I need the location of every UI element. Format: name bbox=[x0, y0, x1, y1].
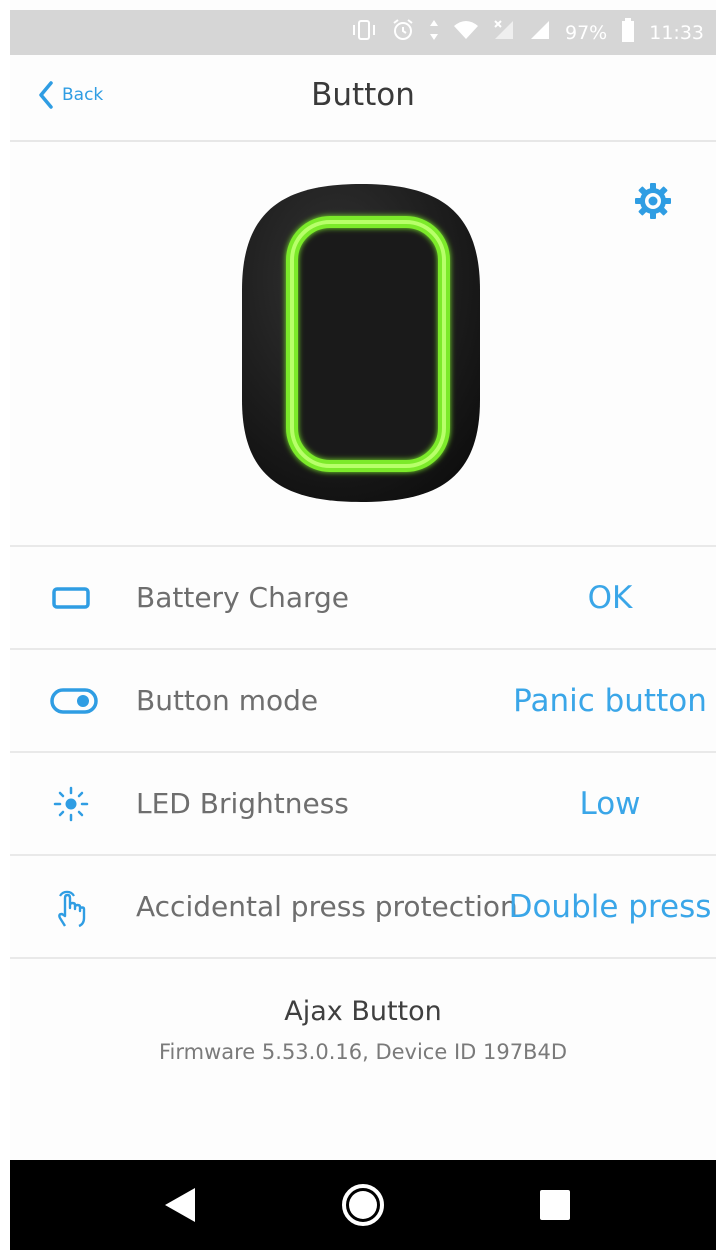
wifi-icon bbox=[453, 19, 479, 46]
hand-touch-icon bbox=[50, 888, 92, 928]
settings-row-label: LED Brightness bbox=[136, 787, 349, 820]
app-header: Back Button bbox=[10, 55, 716, 142]
triangle-back-icon bbox=[165, 1188, 195, 1222]
settings-row-button-mode[interactable]: Button mode Panic button bbox=[10, 648, 716, 751]
nav-recents-button[interactable] bbox=[525, 1160, 585, 1250]
device-name: Ajax Button bbox=[284, 996, 442, 1027]
cell-signal-icon bbox=[529, 19, 551, 46]
device-image bbox=[238, 180, 484, 510]
settings-gear-icon[interactable] bbox=[632, 180, 674, 222]
settings-row-value: Panic button bbox=[513, 682, 707, 719]
circle-home-icon bbox=[342, 1184, 384, 1226]
clock: 11:33 bbox=[649, 21, 704, 44]
battery-percent: 97% bbox=[565, 21, 608, 44]
settings-row-label: Accidental press protection bbox=[136, 890, 518, 923]
settings-row-battery-charge[interactable]: Battery Charge OK bbox=[10, 545, 716, 648]
settings-row-label: Battery Charge bbox=[136, 581, 350, 614]
settings-row-label: Button mode bbox=[136, 684, 319, 717]
status-bar: 97% 11:33 bbox=[10, 10, 716, 55]
system-navigation-bar bbox=[10, 1160, 716, 1250]
brightness-icon bbox=[50, 785, 92, 823]
settings-row-value: OK bbox=[587, 579, 633, 616]
settings-row-led-brightness[interactable]: LED Brightness Low bbox=[10, 751, 716, 854]
page-title: Button bbox=[311, 77, 415, 113]
square-recents-icon bbox=[540, 1190, 570, 1220]
nav-home-button[interactable] bbox=[333, 1160, 393, 1250]
firmware-info: Firmware 5.53.0.16, Device ID 197B4D bbox=[158, 1040, 567, 1064]
device-settings-list: Battery Charge OK Button mode Panic butt… bbox=[10, 545, 716, 959]
battery-status-icon bbox=[621, 18, 635, 47]
toggle-icon bbox=[50, 682, 98, 720]
settings-row-value: Double press bbox=[508, 888, 712, 925]
settings-row-accidental-press-protection[interactable]: Accidental press protection Double press bbox=[10, 854, 716, 959]
battery-icon bbox=[50, 579, 92, 617]
alarm-icon bbox=[391, 18, 415, 47]
vibrate-icon bbox=[351, 19, 377, 46]
nav-back-button[interactable] bbox=[150, 1160, 210, 1250]
data-transfer-icon bbox=[429, 18, 439, 47]
settings-row-value: Low bbox=[579, 785, 641, 822]
no-signal-icon bbox=[493, 19, 515, 46]
app-screen: 97% 11:33 Back Button Battery Charge OK … bbox=[10, 0, 716, 1250]
